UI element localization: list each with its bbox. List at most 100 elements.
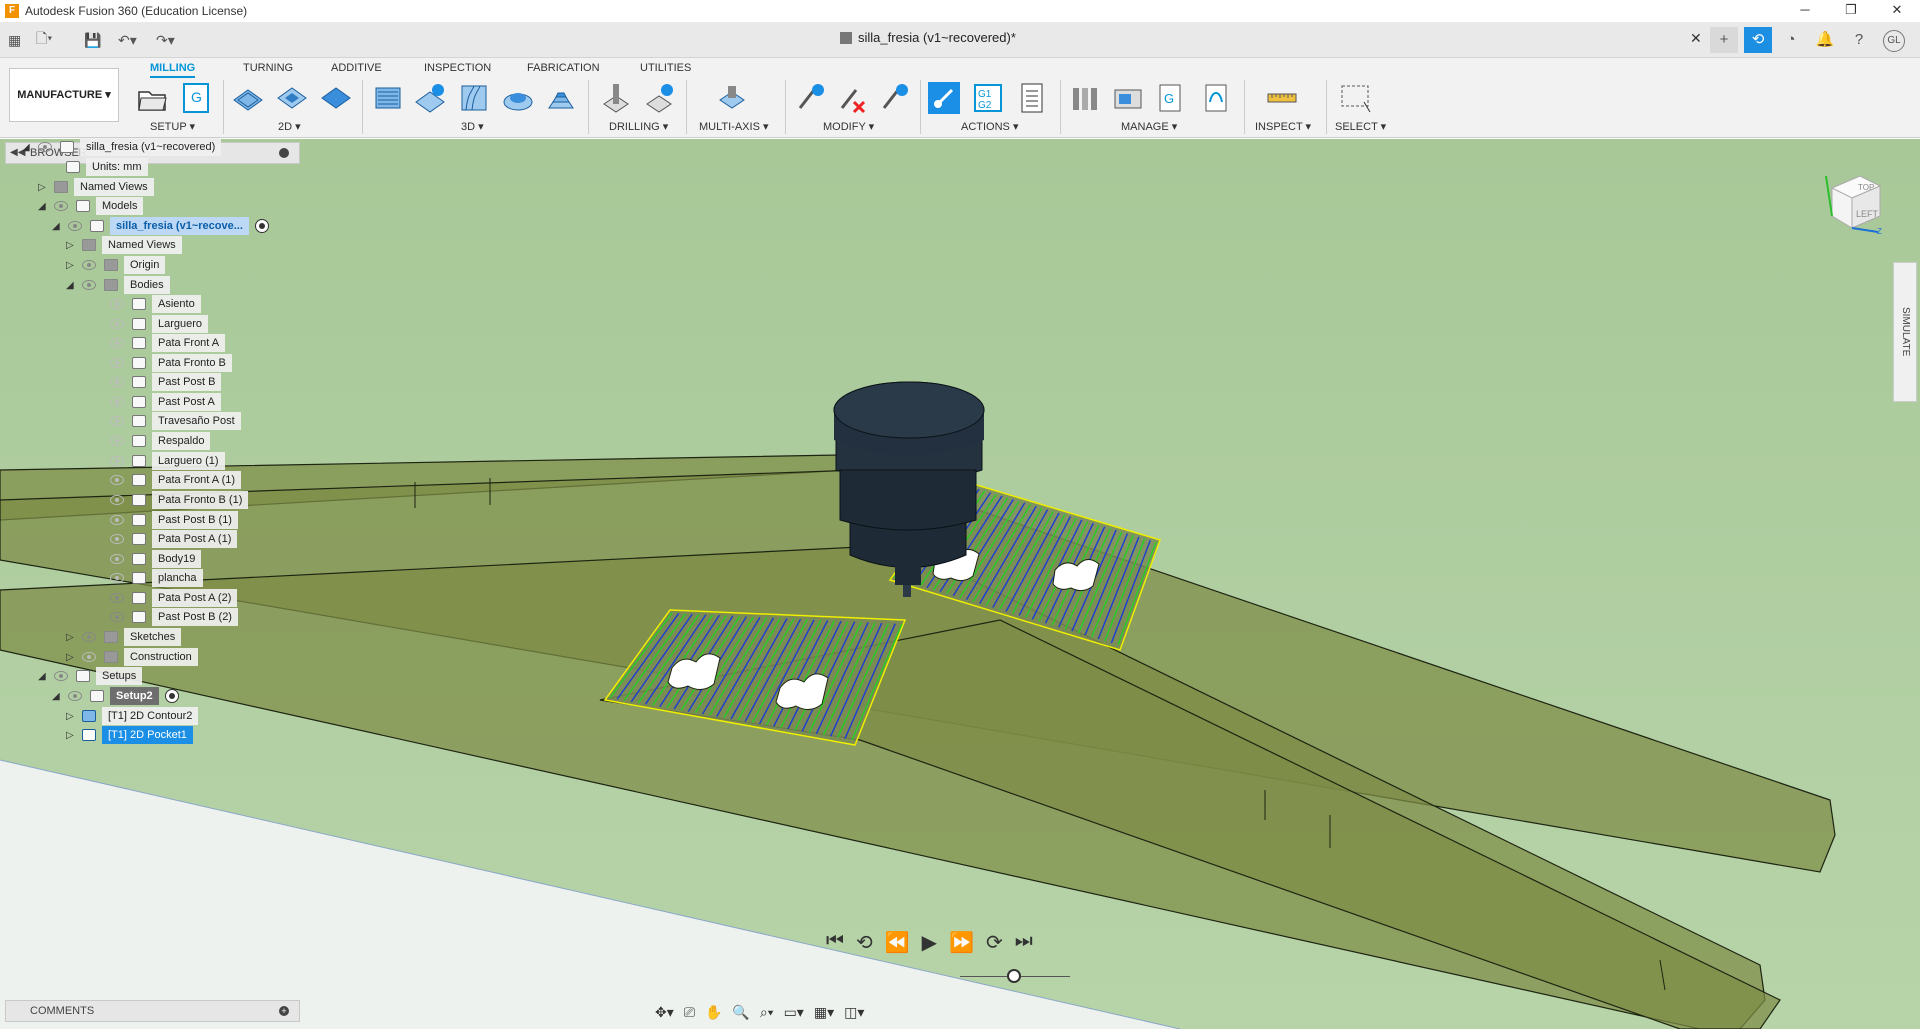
- browser-node[interactable]: ▷ Named Views: [38, 178, 154, 196]
- add-comment-icon[interactable]: +: [279, 1006, 289, 1016]
- collapse-node-icon[interactable]: ◢: [52, 691, 60, 702]
- visibility-eye-icon[interactable]: [82, 652, 96, 662]
- group-select[interactable]: SELECT ▾: [1335, 120, 1386, 133]
- browser-node[interactable]: plancha: [110, 569, 203, 587]
- group-inspect[interactable]: INSPECT ▾: [1255, 120, 1311, 133]
- browser-node[interactable]: Body19: [110, 550, 202, 568]
- measure-icon[interactable]: [1266, 82, 1298, 114]
- grid-icon[interactable]: ▦▾: [814, 1004, 834, 1021]
- template-library-icon[interactable]: [1200, 82, 1232, 114]
- browser-node[interactable]: Travesaño Post: [110, 412, 241, 430]
- visibility-eye-icon[interactable]: [110, 515, 124, 525]
- 2d-adaptive-icon[interactable]: [232, 82, 264, 114]
- group-manage[interactable]: MANAGE ▾: [1121, 120, 1177, 133]
- browser-node[interactable]: ◢ Setups: [38, 667, 143, 685]
- visibility-eye-icon[interactable]: [110, 456, 124, 466]
- canvas-viewport[interactable]: [0, 139, 1920, 1029]
- delete-toolpath-icon[interactable]: [836, 82, 868, 114]
- group-3d[interactable]: 3D ▾: [461, 120, 484, 133]
- face-icon[interactable]: [320, 82, 352, 114]
- job-status-icon[interactable]: ◔: [1777, 27, 1805, 53]
- visibility-eye-icon[interactable]: [82, 632, 96, 642]
- browser-node[interactable]: Past Post B: [110, 373, 222, 391]
- group-modify[interactable]: MODIFY ▾: [823, 120, 874, 133]
- browser-node[interactable]: Pata Fronto B (1): [110, 491, 249, 509]
- model-scene[interactable]: [0, 139, 1920, 1029]
- visibility-eye-icon[interactable]: [110, 358, 124, 368]
- browser-node[interactable]: Past Post A: [110, 393, 221, 411]
- collapse-node-icon[interactable]: ◢: [38, 671, 46, 682]
- setup-folder-icon[interactable]: [136, 82, 168, 114]
- skip-start-icon[interactable]: ⏮: [826, 930, 844, 955]
- visibility-eye-icon[interactable]: [54, 671, 68, 681]
- browser-node[interactable]: ▷ Construction: [66, 648, 198, 666]
- visibility-eye-icon[interactable]: [54, 201, 68, 211]
- undo-icon[interactable]: ↶▾: [118, 28, 137, 52]
- 3d-adaptive-icon[interactable]: [372, 82, 404, 114]
- step-back-icon[interactable]: ⟲: [856, 930, 873, 955]
- browser-node[interactable]: Asiento: [110, 295, 201, 313]
- edit-toolpath-icon[interactable]: [794, 82, 826, 114]
- simulate-icon[interactable]: [928, 82, 960, 114]
- browser-node[interactable]: Larguero: [110, 315, 209, 333]
- expand-node-icon[interactable]: ▷: [66, 260, 74, 271]
- expand-node-icon[interactable]: ▷: [38, 182, 46, 193]
- scallop-icon[interactable]: [545, 82, 577, 114]
- visibility-eye-icon[interactable]: [82, 280, 96, 290]
- nc-program-icon[interactable]: G: [180, 82, 212, 114]
- document-tab[interactable]: silla_fresia (v1~recovered)*: [840, 30, 1016, 45]
- fit-icon[interactable]: ⌕▾: [760, 1004, 774, 1021]
- parallel-icon[interactable]: [458, 82, 490, 114]
- browser-node[interactable]: ▷ Named Views: [66, 236, 182, 254]
- browser-node[interactable]: ▷ [T1] 2D Pocket1: [66, 726, 193, 744]
- restore-icon[interactable]: ❐: [1828, 0, 1874, 22]
- collapse-node-icon[interactable]: ◢: [66, 280, 74, 291]
- browser-node[interactable]: ◢ silla_fresia (v1~recove...: [52, 217, 269, 235]
- browser-node[interactable]: Pata Post A (1): [110, 530, 238, 548]
- close-icon[interactable]: ✕: [1874, 0, 1920, 22]
- visibility-eye-icon[interactable]: [110, 319, 124, 329]
- visibility-eye-icon[interactable]: [110, 534, 124, 544]
- tab-additive[interactable]: ADDITIVE: [331, 58, 382, 78]
- visibility-eye-icon[interactable]: [110, 397, 124, 407]
- select-window-icon[interactable]: [1340, 82, 1372, 114]
- file-menu-icon[interactable]: 🗋▾: [36, 28, 52, 52]
- redo-icon[interactable]: ↷▾: [156, 28, 175, 52]
- play-icon[interactable]: ▶: [922, 930, 937, 955]
- browser-minimize-icon[interactable]: [279, 148, 289, 158]
- browser-node[interactable]: ▷ Origin: [66, 256, 166, 274]
- group-setup[interactable]: SETUP ▾: [150, 120, 195, 133]
- orbit-icon[interactable]: ✥▾: [655, 1004, 674, 1021]
- visibility-eye-icon[interactable]: [82, 260, 96, 270]
- expand-node-icon[interactable]: ▷: [66, 652, 74, 663]
- visibility-eye-icon[interactable]: [110, 436, 124, 446]
- activate-radio-icon[interactable]: [164, 689, 179, 703]
- step-forward-icon[interactable]: ⟳: [986, 930, 1003, 955]
- visibility-eye-icon[interactable]: [110, 612, 124, 622]
- tab-utilities[interactable]: UTILITIES: [640, 58, 691, 78]
- visibility-eye-icon[interactable]: [110, 554, 124, 564]
- drill-icon[interactable]: [600, 82, 632, 114]
- display-settings-icon[interactable]: ▭▾: [784, 1004, 804, 1021]
- browser-node[interactable]: Respaldo: [110, 432, 211, 450]
- viewcube[interactable]: TOP LEFT Z: [1822, 168, 1884, 236]
- extensions-icon[interactable]: ⟲: [1744, 27, 1772, 53]
- zoom-icon[interactable]: 🔍: [732, 1004, 749, 1021]
- notifications-icon[interactable]: 🔔: [1811, 27, 1839, 53]
- fast-forward-icon[interactable]: ⏩: [949, 930, 974, 955]
- browser-node[interactable]: Pata Post A (2): [110, 589, 238, 607]
- skip-end-icon[interactable]: ⏭: [1015, 930, 1033, 955]
- group-multi-axis[interactable]: MULTI-AXIS ▾: [699, 120, 769, 133]
- tab-inspection[interactable]: INSPECTION: [424, 58, 491, 78]
- tab-milling[interactable]: MILLING: [150, 58, 196, 78]
- rewind-icon[interactable]: ⏪: [885, 930, 910, 955]
- group-actions[interactable]: ACTIONS ▾: [961, 120, 1018, 133]
- activate-radio-icon[interactable]: [254, 219, 269, 233]
- expand-node-icon[interactable]: ▷: [66, 632, 74, 643]
- expand-node-icon[interactable]: ▷: [66, 730, 74, 741]
- tab-turning[interactable]: TURNING: [243, 58, 293, 78]
- browser-node[interactable]: ▷ [T1] 2D Contour2: [66, 707, 199, 725]
- visibility-eye-icon[interactable]: [110, 338, 124, 348]
- visibility-eye-icon[interactable]: [38, 142, 52, 152]
- visibility-eye-icon[interactable]: [68, 221, 82, 231]
